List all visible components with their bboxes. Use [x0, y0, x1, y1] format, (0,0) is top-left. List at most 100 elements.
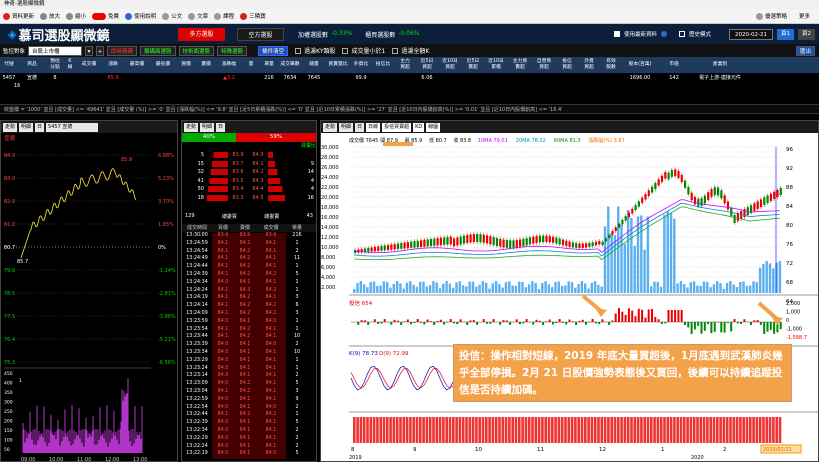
candle-body — [568, 241, 571, 247]
tab-trend-mid[interactable]: 走勢 — [184, 122, 199, 132]
indicator-select-3[interactable]: 線圖 — [426, 122, 441, 132]
list-item[interactable]: 13:23:39 84.0 84.1 84.0 2 — [182, 342, 316, 350]
vol-bar — [762, 263, 765, 293]
list-item[interactable]: 13:22:34 84.0 84.1 84.1 2 — [182, 428, 316, 436]
list-item[interactable]: 13:30:00 83.9 83.9 83.9 216 — [182, 233, 316, 241]
realtime-chip-button[interactable]: 即時籌碼 — [107, 45, 138, 56]
vol-bar — [458, 281, 461, 293]
table-row[interactable]: 5457 宣德 8 85.9 ▲3.2 216 7634 7645 99.9 6.06 1696.0… — [0, 73, 819, 82]
list-item[interactable]: 13:24:09 84.1 84.2 84.2 3 — [182, 311, 316, 319]
list-item[interactable]: 13:22:59 84.0 84.1 84.1 9 — [182, 396, 316, 405]
market-dropdown-icon[interactable]: ▾ — [85, 45, 94, 56]
tab-daily[interactable]: 日 — [35, 122, 45, 132]
tab-trend-right[interactable]: 走勢 — [323, 122, 338, 132]
list-item[interactable]: 13:22:29 84.0 84.1 84.1 2 — [182, 435, 316, 444]
detail-cell: 2 — [295, 342, 299, 348]
filter-full-checkbox[interactable] — [392, 47, 399, 54]
menu-item-notice[interactable]: 公文 — [162, 12, 182, 20]
tab-page2[interactable]: 頁2 — [798, 28, 815, 40]
history-mode-checkbox[interactable] — [679, 31, 686, 37]
filter-ky-checkbox[interactable] — [295, 47, 302, 54]
latest-data-checkbox[interactable] — [614, 31, 620, 37]
vol-bar — [442, 283, 445, 293]
vol-bar — [636, 216, 640, 293]
export-button[interactable]: 匯出 — [795, 45, 815, 56]
vol-x-label: 1 — [19, 378, 22, 384]
vol-bar — [491, 283, 494, 293]
tab-daily-mid[interactable]: 日 — [216, 122, 226, 132]
candle-body — [618, 223, 621, 228]
bottom-bar — [762, 417, 765, 443]
vol-bar — [537, 288, 541, 293]
bid-bar — [204, 186, 228, 192]
menu-bar: 資料更新 放大 縮小 免費 使用說明 公文 文章 課程 三隣寶 優選策略 更多 — [0, 9, 819, 24]
list-item[interactable]: 13:24:14 84.1 84.2 84.2 6 — [182, 303, 316, 311]
market-select[interactable]: 台股上市櫃 — [28, 45, 83, 56]
date-picker[interactable]: 2020-02-21 — [729, 28, 773, 40]
candle-body — [684, 180, 687, 188]
investor-bar — [594, 322, 597, 324]
tab-trend[interactable]: 走勢 — [3, 122, 18, 132]
indicator-select-1[interactable]: 投信買賣超 — [382, 122, 412, 132]
vol-bar — [768, 263, 772, 293]
tab-detail-right[interactable]: 明細 — [339, 122, 354, 132]
bottom-bar — [577, 417, 580, 443]
period-select[interactable]: 日線 — [366, 122, 381, 132]
detail-cell: 6 — [295, 303, 299, 309]
clear-conditions-button[interactable]: 條件清空 — [258, 45, 289, 56]
detail-cell: 84.0 — [212, 420, 234, 428]
menu-item-help[interactable]: 使用說明 — [125, 12, 156, 20]
list-item[interactable]: 13:23:34 84.0 84.1 84.1 10 — [182, 350, 316, 358]
vol-tick: 24,000 — [321, 175, 339, 181]
vol-bar — [455, 282, 458, 293]
list-item[interactable]: 13:24:39 84.1 84.2 84.2 5 — [182, 272, 316, 280]
vol-bar — [560, 285, 564, 293]
table-cell: 8 — [53, 74, 57, 81]
vol-bar — [356, 283, 359, 293]
list-item[interactable]: 13:24:59 84.1 84.2 84.1 1 — [182, 240, 316, 249]
menu-item-strategy[interactable]: 優選策略 — [755, 12, 787, 20]
menu-item-more[interactable]: 更多 — [799, 12, 810, 20]
bottom-bar — [428, 417, 432, 443]
chip-screen-button[interactable]: 籌碼面選股 — [140, 45, 176, 56]
list-item[interactable]: 13:23:29 84.0 84.1 84.1 1 — [182, 357, 316, 366]
menu-item-zoom-out[interactable]: 縮小 — [66, 12, 86, 20]
detail-cell: 84.1 — [256, 240, 286, 249]
list-item[interactable]: 13:24:44 84.1 84.2 84.1 1 — [182, 264, 316, 272]
add-icon[interactable]: + — [96, 45, 105, 56]
left-tick: 82.0 — [4, 199, 15, 205]
menu-item-zoom-in[interactable]: 放大 — [40, 12, 60, 20]
tab-page1[interactable]: 頁1 — [777, 28, 794, 40]
list-item[interactable]: 13:24:34 84.0 84.1 84.1 1 — [182, 279, 316, 288]
tech-screen-button[interactable]: 技術面選股 — [178, 45, 215, 56]
list-item[interactable]: 13:23:09 84.0 84.2 84.1 5 — [182, 381, 316, 389]
investor-bar — [647, 309, 650, 322]
list-item[interactable]: 13:22:39 84.0 84.1 84.1 5 — [182, 420, 316, 428]
orderbook-stats: 129 總委買 總委賣 43 — [182, 213, 316, 221]
grid-header-cell: 主力買 賣超 — [512, 59, 528, 70]
list-item[interactable]: 13:22:19 84.0 84.1 84.0 5 — [182, 451, 316, 460]
tab-detail-mid[interactable]: 明細 — [200, 122, 215, 132]
long-screen-button[interactable]: 多方選股 — [178, 27, 225, 41]
list-item[interactable]: 13:23:04 84.1 84.2 84.1 3 — [182, 389, 316, 397]
investor-bar — [723, 322, 726, 333]
short-screen-button[interactable]: 空方選股 — [237, 27, 284, 41]
tab-daily-right[interactable]: 日 — [355, 122, 365, 132]
indicator-select-2[interactable]: KD — [413, 122, 425, 132]
menu-item-course[interactable]: 課程 — [214, 12, 234, 20]
menu-item-treasure[interactable]: 三隣寶 — [240, 12, 266, 20]
menu-item-article[interactable]: 文章 — [188, 12, 208, 20]
candle-body — [759, 199, 763, 207]
list-item[interactable]: 13:23:59 84.0 84.1 84.0 1 — [182, 318, 316, 327]
investor-bar — [713, 322, 716, 332]
menu-item-refresh[interactable]: 資料更新 — [3, 12, 34, 20]
detail-cell: 84.1 — [234, 342, 256, 350]
menu-item-free[interactable]: 免費 — [92, 12, 119, 20]
investor-bar — [459, 319, 462, 322]
investor-bar — [779, 322, 782, 330]
stock-select[interactable]: 5457 宣德 — [46, 122, 99, 132]
tab-detail[interactable]: 明細 — [19, 122, 34, 132]
filter-volume-checkbox[interactable] — [342, 47, 349, 54]
vol-bar — [758, 267, 762, 293]
special-screen-button[interactable]: 特殊選股 — [217, 45, 248, 56]
